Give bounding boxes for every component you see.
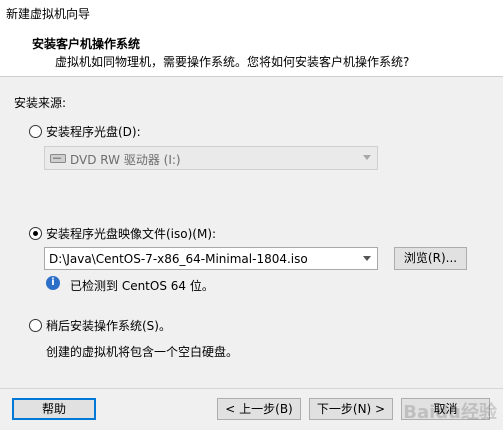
info-icon: i [46, 276, 60, 290]
dvd-drive-icon [50, 154, 66, 163]
wizard-header: 安装客户机操作系统 虚拟机如同物理机，需要操作系统。您将如何安装客户机操作系统? [0, 26, 503, 77]
radio-install-disc[interactable] [29, 125, 42, 138]
back-button[interactable]: < 上一步(B) [217, 398, 301, 420]
iso-path-input[interactable]: D:\Java\CentOS-7-x86_64-Minimal-1804.iso [44, 247, 378, 270]
page-subtitle: 虚拟机如同物理机，需要操作系统。您将如何安装客户机操作系统? [55, 55, 410, 69]
help-button[interactable]: 帮助 [12, 398, 96, 420]
next-button[interactable]: 下一步(N) > [309, 398, 393, 420]
install-iso-label[interactable]: 安装程序光盘映像文件(iso)(M): [46, 225, 216, 242]
watermark: Baidu经验 [403, 402, 497, 423]
install-disc-label[interactable]: 安装程序光盘(D): [46, 123, 141, 140]
install-later-description: 创建的虚拟机将包含一个空白硬盘。 [46, 345, 239, 359]
chevron-down-icon[interactable] [363, 256, 371, 261]
install-later-label[interactable]: 稍后安装操作系统(S)。 [46, 317, 171, 334]
radio-install-later[interactable] [29, 319, 42, 332]
radio-install-iso[interactable] [29, 227, 42, 240]
page-title: 安装客户机操作系统 [32, 37, 141, 51]
chevron-down-icon [363, 155, 371, 160]
footer-divider [0, 388, 503, 389]
window-title: 新建虚拟机向导 [6, 7, 91, 21]
title-bar: 新建虚拟机向导 [0, 0, 503, 27]
iso-path-value[interactable]: D:\Java\CentOS-7-x86_64-Minimal-1804.iso [49, 252, 308, 266]
detected-os-text: 已检测到 CentOS 64 位。 [70, 279, 214, 293]
install-source-label: 安装来源: [14, 96, 67, 110]
disc-drive-select: DVD RW 驱动器 (I:) [44, 146, 378, 170]
browse-button[interactable]: 浏览(R)... [394, 247, 467, 270]
disc-drive-value: DVD RW 驱动器 (I:) [70, 153, 181, 167]
